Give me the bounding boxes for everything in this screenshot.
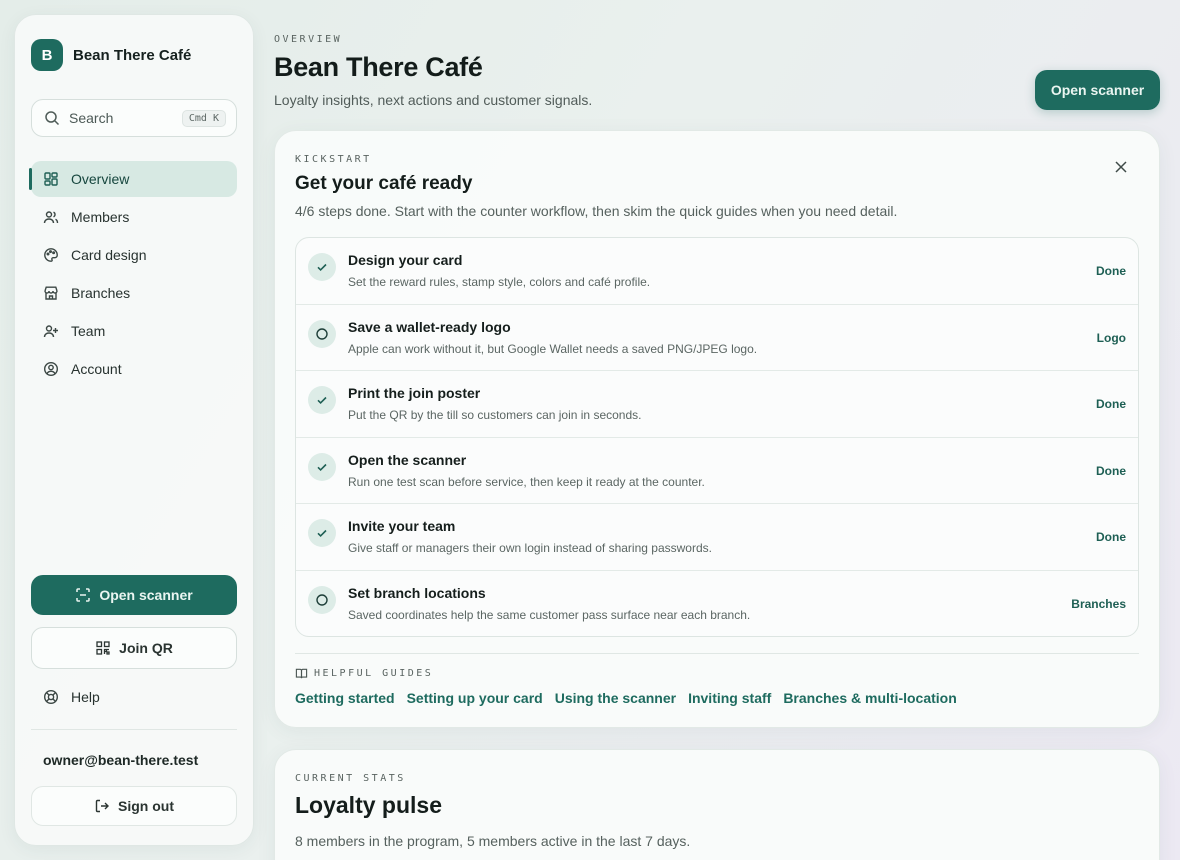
guide-link-inviting-staff[interactable]: Inviting staff — [688, 690, 771, 706]
sidebar: B Bean There Café Search Cmd K Overview … — [14, 14, 254, 846]
help-link[interactable]: Help — [43, 689, 100, 705]
page-subtitle: Loyalty insights, next actions and custo… — [274, 92, 593, 108]
dismiss-kickstart-button[interactable] — [1111, 157, 1131, 177]
log-out-icon — [95, 799, 109, 813]
user-circle-icon — [43, 361, 59, 377]
step-description: Run one test scan before service, then k… — [348, 474, 705, 489]
sidebar-divider — [31, 729, 237, 730]
kickstart-card: KICKSTART Get your café ready 4/6 steps … — [274, 130, 1160, 728]
setup-step-invite-team[interactable]: Invite your team Give staff or managers … — [296, 504, 1138, 571]
step-action-logo[interactable]: Logo — [1097, 331, 1126, 345]
guide-link-branches[interactable]: Branches & multi-location — [783, 690, 956, 706]
sidebar-item-card-design[interactable]: Card design — [31, 237, 237, 273]
store-icon — [44, 286, 58, 300]
grid-icon — [44, 172, 58, 186]
sidebar-item-label: Team — [71, 323, 106, 339]
setup-step-wallet-logo[interactable]: Save a wallet-ready logo Apple can work … — [296, 305, 1138, 372]
step-title: Set branch locations — [348, 584, 486, 601]
guides-eyebrow: HELPFUL GUIDES — [314, 668, 434, 679]
book-icon — [295, 668, 308, 679]
step-status-done[interactable]: Done — [1096, 464, 1126, 478]
guide-link-getting-started[interactable]: Getting started — [295, 690, 395, 706]
join-qr-label: Join QR — [119, 640, 173, 656]
circle-icon — [308, 585, 336, 614]
guide-link-using-scanner[interactable]: Using the scanner — [555, 690, 676, 706]
sidebar-item-label: Members — [71, 209, 130, 225]
kickstart-progress-text: 4/6 steps done. Start with the counter w… — [295, 203, 898, 219]
search-icon — [45, 111, 60, 126]
qr-code-icon — [96, 641, 110, 655]
step-description: Saved coordinates help the same customer… — [348, 607, 751, 622]
step-description: Put the QR by the till so customers can … — [348, 408, 642, 423]
guides-heading: HELPFUL GUIDES — [295, 667, 433, 680]
setup-step-join-poster[interactable]: Print the join poster Put the QR by the … — [296, 371, 1138, 438]
join-qr-button[interactable]: Join QR — [31, 627, 237, 669]
sidebar-open-scanner-button[interactable]: Open scanner — [31, 575, 237, 615]
step-title: Open the scanner — [348, 451, 467, 468]
close-icon — [1115, 161, 1127, 173]
stats-summary: 8 members in the program, 5 members acti… — [295, 833, 691, 849]
header-open-scanner-button[interactable]: Open scanner — [1035, 70, 1160, 110]
guide-link-setting-up-card[interactable]: Setting up your card — [407, 690, 543, 706]
step-title: Invite your team — [348, 518, 456, 535]
check-icon — [308, 519, 336, 548]
setup-step-design-card[interactable]: Design your card Set the reward rules, s… — [296, 238, 1138, 305]
step-status-done[interactable]: Done — [1096, 397, 1126, 411]
sidebar-item-overview[interactable]: Overview — [29, 161, 237, 197]
step-status-done[interactable]: Done — [1096, 264, 1126, 278]
palette-icon — [44, 248, 58, 262]
setup-step-branch-locations[interactable]: Set branch locations Saved coordinates h… — [296, 571, 1138, 636]
guides-divider — [295, 653, 1139, 654]
step-title: Save a wallet-ready logo — [348, 318, 511, 335]
setup-steps-list: Design your card Set the reward rules, s… — [295, 237, 1139, 637]
page-title: Bean There Café — [274, 52, 483, 82]
stats-eyebrow: CURRENT STATS — [295, 773, 406, 784]
search-shortcut: Cmd K — [181, 109, 226, 127]
sidebar-nav: Overview Members Card design Branches Te… — [29, 161, 237, 389]
sidebar-item-label: Account — [71, 361, 122, 377]
sidebar-item-team[interactable]: Team — [31, 313, 237, 349]
scan-icon — [76, 588, 91, 602]
sidebar-item-label: Card design — [71, 247, 147, 263]
search-placeholder: Search — [69, 110, 114, 126]
users-icon — [43, 211, 59, 224]
check-icon — [308, 386, 336, 415]
guides-links: Getting started Setting up your card Usi… — [295, 690, 969, 706]
check-icon — [308, 452, 336, 481]
help-label: Help — [71, 689, 100, 705]
sidebar-item-members[interactable]: Members — [31, 199, 237, 235]
step-description: Give staff or managers their own login i… — [348, 541, 712, 556]
sign-out-button[interactable]: Sign out — [31, 786, 237, 826]
sign-out-label: Sign out — [118, 798, 174, 814]
step-description: Set the reward rules, stamp style, color… — [348, 275, 651, 289]
step-action-branches[interactable]: Branches — [1071, 597, 1126, 611]
lifebuoy-icon — [43, 689, 59, 705]
account-email: owner@bean-there.test — [43, 752, 199, 768]
check-icon — [308, 253, 336, 281]
stats-title: Loyalty pulse — [295, 792, 442, 818]
brand[interactable]: B Bean There Café — [31, 39, 191, 71]
setup-step-open-scanner[interactable]: Open the scanner Run one test scan befor… — [296, 438, 1138, 505]
user-plus-icon — [43, 325, 58, 338]
stats-card: CURRENT STATS Loyalty pulse 8 members in… — [274, 749, 1160, 860]
search-input[interactable]: Search Cmd K — [31, 99, 237, 137]
sidebar-item-label: Overview — [71, 171, 130, 187]
step-title: Design your card — [348, 252, 463, 268]
sidebar-item-label: Branches — [71, 285, 131, 301]
page-eyebrow: OVERVIEW — [274, 34, 343, 45]
sidebar-item-account[interactable]: Account — [31, 351, 237, 387]
brand-logo: B — [31, 39, 63, 71]
open-scanner-label: Open scanner — [99, 587, 193, 603]
circle-icon — [308, 319, 336, 348]
brand-name: Bean There Café — [73, 46, 192, 64]
kickstart-eyebrow: KICKSTART — [295, 154, 372, 165]
sidebar-item-branches[interactable]: Branches — [31, 275, 237, 311]
step-description: Apple can work without it, but Google Wa… — [348, 341, 758, 356]
kickstart-title: Get your café ready — [295, 173, 473, 194]
step-title: Print the join poster — [348, 385, 481, 402]
step-status-done[interactable]: Done — [1096, 530, 1126, 544]
